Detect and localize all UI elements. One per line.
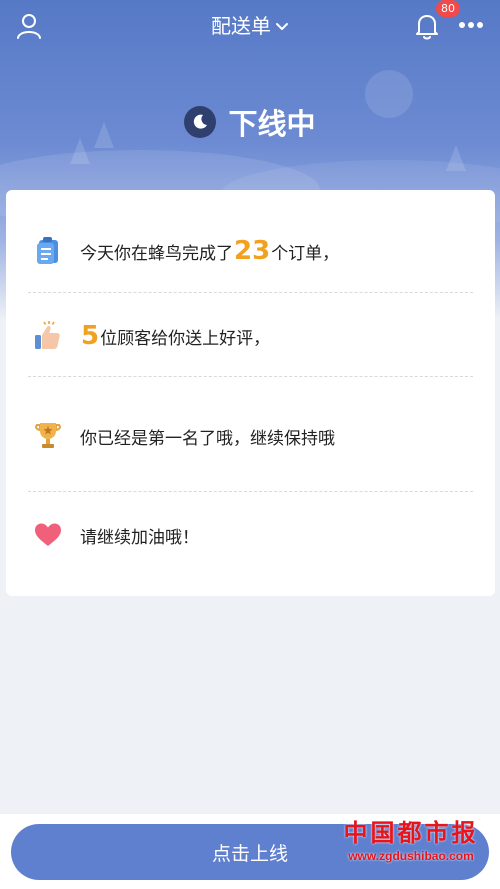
reviews-count: 5 bbox=[81, 321, 100, 351]
orders-count: 23 bbox=[234, 236, 271, 266]
more-icon[interactable] bbox=[458, 21, 484, 29]
watermark-name: 中国都市报 bbox=[343, 818, 479, 847]
divider bbox=[28, 491, 473, 492]
chevron-down-icon bbox=[276, 23, 288, 30]
divider bbox=[28, 376, 473, 377]
encourage-text: 请继续加油哦！ bbox=[80, 527, 199, 548]
watermark-url: www.zgdushibao.com bbox=[348, 849, 474, 863]
status-label: 下线中 bbox=[228, 107, 316, 141]
top-bar: 配送单 80 bbox=[0, 0, 500, 52]
rank-text: 你已经是第一名了哦，继续保持哦 bbox=[80, 428, 335, 449]
summary-row-reviews: 5 位顾客给你送上好评， bbox=[6, 306, 495, 366]
go-online-label: 点击上线 bbox=[211, 842, 288, 865]
summary-row-encourage: 请继续加油哦！ bbox=[6, 505, 495, 565]
thumbs-up-icon bbox=[35, 321, 60, 349]
bell-icon[interactable] bbox=[414, 12, 440, 40]
orders-text-prefix: 今天你在蜂鸟完成了 bbox=[80, 244, 233, 264]
summary-row-rank: 你已经是第一名了哦，继续保持哦 bbox=[6, 406, 495, 466]
moon-icon bbox=[184, 106, 217, 138]
trophy-icon bbox=[34, 423, 62, 448]
heart-icon bbox=[35, 523, 61, 546]
summary-row-orders: 今天你在蜂鸟完成了 23 个订单， bbox=[6, 221, 495, 281]
divider bbox=[28, 292, 473, 293]
status-indicator: 下线中 bbox=[0, 102, 500, 142]
order-type-dropdown[interactable]: 配送单 bbox=[211, 12, 289, 40]
daily-summary-card: 今天你在蜂鸟完成了 23 个订单， 5 位顾客给你送上好评， 你已经是第一名了哦… bbox=[6, 190, 495, 596]
notification-badge: 80 bbox=[436, 0, 460, 17]
orders-text-suffix: 个订单， bbox=[271, 244, 340, 264]
clipboard-icon bbox=[37, 237, 58, 264]
reviews-text-suffix: 位顾客给你送上好评， bbox=[100, 329, 271, 349]
watermark: 中国都市报 www.zgdushibao.com bbox=[326, 818, 496, 878]
page-title: 配送单 bbox=[211, 14, 271, 38]
tree-decoration bbox=[446, 145, 466, 171]
